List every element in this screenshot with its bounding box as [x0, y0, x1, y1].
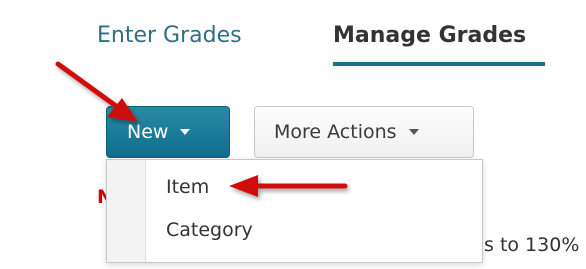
annotation-arrows: [55, 61, 348, 197]
annotation-arrow-item: [229, 175, 348, 197]
annotation-arrow-new: [55, 61, 138, 122]
